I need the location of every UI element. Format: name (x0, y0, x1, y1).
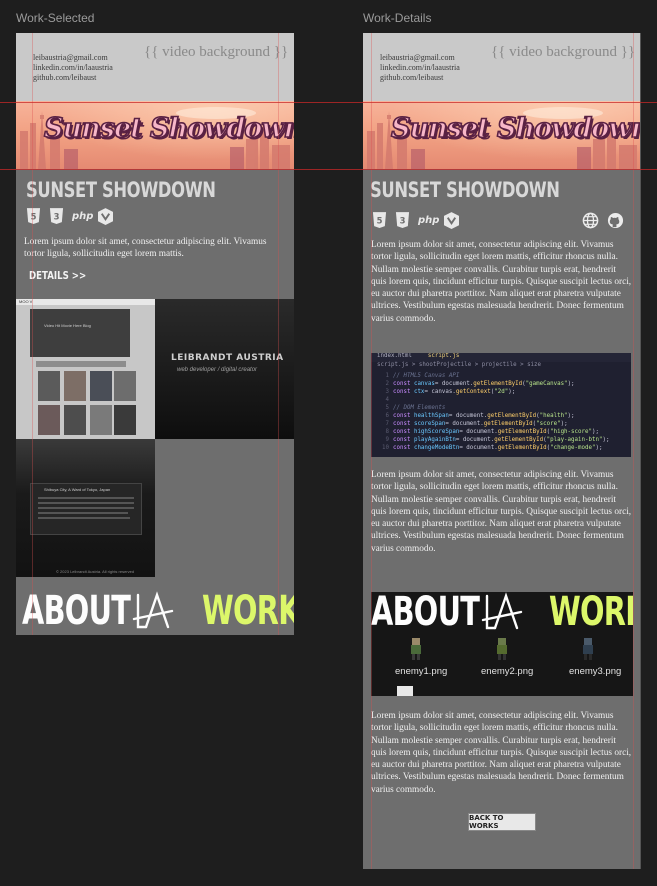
code-line-number: 6 (385, 413, 390, 419)
banner-title: Sunset Showdown (43, 112, 294, 145)
contact-linkedin[interactable]: linkedin.com/in/laaustria (33, 63, 113, 73)
code-line-number: 2 (385, 381, 390, 387)
project-links (582, 212, 624, 229)
tab-index-html: index.html (377, 353, 412, 359)
globe-icon[interactable] (582, 212, 599, 229)
enemy2-sprite (497, 638, 507, 660)
redux-icon (444, 212, 459, 229)
tab-script-js: script.js (427, 353, 460, 359)
nav-about[interactable]: ABOUT (22, 589, 131, 633)
code-line: const highScoreSpan= document.getElement… (393, 429, 599, 435)
nav-work[interactable]: WORK (549, 592, 633, 634)
css3-icon: 3 (49, 208, 64, 224)
svg-text:5: 5 (377, 215, 383, 225)
portfolio-tagline-text: web developer / digital creator (177, 367, 258, 373)
frame-work-selected[interactable]: leibaustria@gmail.com linkedin.com/in/la… (16, 33, 294, 635)
portfolio-name-text: LEIBRANDT AUSTRIA (171, 353, 284, 363)
project-banner: Sunset Showdown (16, 101, 294, 169)
code-line-number: 1 (385, 373, 390, 379)
la-logo-icon[interactable] (479, 592, 523, 634)
frame-label-work-selected[interactable]: Work-Selected (16, 11, 94, 25)
enemy3-sprite (583, 638, 593, 660)
project-paragraph-1: Lorem ipsum dolor sit amet, consectetur … (371, 240, 632, 324)
contact-linkedin[interactable]: linkedin.com/in/laaustria (380, 63, 460, 73)
html5-icon: 5 (26, 208, 41, 224)
project-banner: Sunset Showdown (363, 101, 641, 169)
code-line-number: 10 (382, 445, 389, 451)
project-title: SUNSET SHOWDOWN (26, 178, 216, 202)
php-icon: php (418, 215, 440, 226)
sprite-label-enemy2: enemy2.png (481, 666, 534, 677)
code-line: const changeModeBtn= document.getElement… (393, 445, 603, 451)
shibuya-title-text: Shibuya City, A Ward of Tokyo, Japan (44, 487, 111, 492)
frame-label-work-details[interactable]: Work-Details (363, 11, 431, 25)
contact-email[interactable]: leibaustria@gmail.com (33, 53, 113, 63)
code-line-number: 5 (385, 405, 390, 411)
contact-github[interactable]: github.com/leibaust (33, 73, 113, 83)
horizontal-guide-top (0, 102, 657, 103)
contact-info: leibaustria@gmail.com linkedin.com/in/la… (33, 53, 113, 83)
header-bar: leibaustria@gmail.com linkedin.com/in/la… (363, 33, 640, 101)
contact-info: leibaustria@gmail.com linkedin.com/in/la… (380, 53, 460, 83)
php-icon: php (72, 211, 94, 222)
nav-about[interactable]: ABOUT (371, 592, 480, 634)
nav-word-strip: ABOUT WORK (16, 587, 294, 635)
contact-email[interactable]: leibaustria@gmail.com (380, 53, 460, 63)
css3-icon: 3 (395, 212, 410, 228)
la-logo-icon[interactable] (130, 589, 174, 633)
horizontal-guide-bottom (0, 169, 657, 170)
moov-menu-text: MOO V (19, 299, 33, 304)
code-line: const ctx= canvas.getContext("2d"); (393, 389, 516, 395)
nav-work[interactable]: WORK (202, 589, 294, 633)
html5-icon: 5 (372, 212, 387, 228)
back-to-works-button[interactable]: BACK TO WORKS (468, 813, 536, 831)
editor-tabs: index.html script.js (371, 353, 631, 362)
project-paragraph-3: Lorem ipsum dolor sit amet, consectetur … (371, 711, 632, 795)
code-line-number: 8 (385, 429, 390, 435)
project-paragraph-2: Lorem ipsum dolor sit amet, consectetur … (371, 470, 632, 554)
gallery-item-moov-website[interactable]: MOO V Video Hit Movie Here Blog (16, 299, 155, 439)
code-line: // DOM Elements (393, 405, 446, 411)
header-bar: leibaustria@gmail.com linkedin.com/in/la… (16, 33, 294, 101)
sprite-label-enemy3: enemy3.png (569, 666, 622, 677)
editor-breadcrumb: script.js > shootProjectile > projectile… (377, 362, 542, 368)
code-line-number: 9 (385, 437, 390, 443)
code-screenshot: index.html script.js script.js > shootPr… (371, 353, 631, 457)
code-line-number: 4 (385, 397, 390, 403)
svg-text:3: 3 (54, 211, 60, 221)
project-title: SUNSET SHOWDOWN (370, 178, 560, 202)
details-link[interactable]: DETAILS >> (29, 270, 86, 282)
project-description: Lorem ipsum dolor sit amet, consectetur … (24, 237, 267, 260)
gallery-item-shibuya-page[interactable]: Shibuya City, A Ward of Tokyo, Japan © 2… (16, 439, 155, 577)
tech-stack: 5 3 php (26, 208, 113, 225)
code-line: const healthSpan= document.getElementByI… (393, 413, 575, 419)
sprite-label-enemy1: enemy1.png (395, 666, 448, 677)
github-icon[interactable] (607, 212, 624, 229)
tech-stack: 5 3 php (372, 212, 459, 229)
design-canvas: Work-Selected Work-Details leibaustria@g… (0, 0, 657, 886)
code-line: const playAgainBtn= document.getElementB… (393, 437, 610, 443)
sprites-screenshot: ABOUT WORK enemy1.png enemy2.png enemy3.… (371, 592, 633, 696)
moov-hero-text: Video Hit Movie Here Blog (44, 323, 91, 328)
code-line-number: 3 (385, 389, 390, 395)
code-line: const scoreSpan= document.getElementById… (393, 421, 568, 427)
gallery-item-portfolio-landing[interactable]: LEIBRANDT AUSTRIA web developer / digita… (155, 299, 294, 439)
contact-github[interactable]: github.com/leibaust (380, 73, 460, 83)
banner-title: Sunset Showdown (390, 112, 641, 145)
redux-icon (98, 208, 113, 225)
code-line: const canvas= document.getElementById("g… (393, 381, 575, 387)
code-line-number: 7 (385, 421, 390, 427)
svg-text:3: 3 (400, 215, 406, 225)
video-background-placeholder: {{ video background }} (491, 44, 636, 60)
video-background-placeholder: {{ video background }} (144, 44, 289, 60)
frame-work-details[interactable]: leibaustria@gmail.com linkedin.com/in/la… (363, 33, 641, 869)
enemy1-sprite (411, 638, 421, 660)
shibuya-footer-text: © 2023 Leibrandt Austria. All rights res… (56, 569, 135, 574)
code-line: // HTML5 Canvas API (393, 373, 460, 379)
